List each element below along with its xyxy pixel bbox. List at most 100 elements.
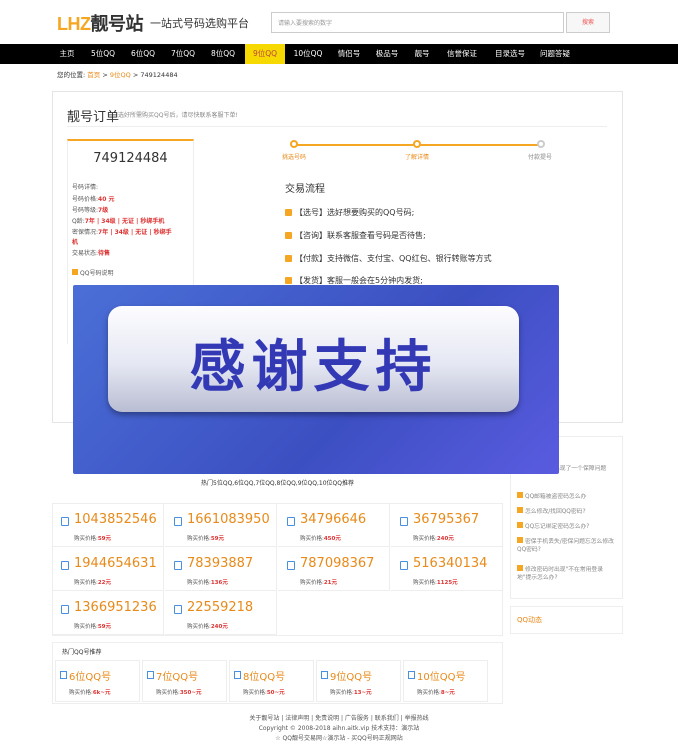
sidebar-qq-news-title: QQ动态 <box>517 616 543 624</box>
price-value: 22元 <box>97 580 112 586</box>
qq-icon <box>400 517 408 526</box>
nav-item-couple[interactable]: 情侣号 <box>331 44 367 64</box>
nav-item-8[interactable]: 8位QQ <box>204 44 242 64</box>
recommend-cell[interactable]: 1661083950 购买价格:59元 <box>165 503 277 547</box>
price-label: 号码价格: <box>72 196 99 203</box>
nav-item-10[interactable]: 10位QQ <box>287 44 329 64</box>
breadcrumb-home[interactable]: 首页 <box>87 71 100 79</box>
nav-item-7[interactable]: 7位QQ <box>164 44 202 64</box>
status-label: 交易状态: <box>72 250 99 257</box>
nav-item-6[interactable]: 6位QQ <box>124 44 162 64</box>
qq-icon <box>174 517 182 526</box>
breadcrumb-sep: > <box>102 71 108 79</box>
hot-qq-name[interactable]: 8位QQ号 <box>243 668 285 683</box>
price-label: 购买价格: <box>300 580 324 586</box>
hot-qq-name[interactable]: 9位QQ号 <box>330 668 372 683</box>
sidebar-faq-item[interactable]: QQ邮箱被盗密码怎么办 <box>517 492 617 501</box>
hot-qq-cell[interactable]: 6位QQ号 购买价格:6k~元 <box>55 660 140 702</box>
recommend-number[interactable]: 516340134 <box>413 556 487 571</box>
credit-value-2: 机 <box>72 239 79 246</box>
sidebar-faq-item[interactable]: 修改密码时出现"不在常用登录地"提示怎么办? <box>517 565 617 582</box>
flow-title: 交易流程 <box>285 184 325 195</box>
recommend-number[interactable]: 78393887 <box>187 556 253 571</box>
qq-icon <box>61 561 69 570</box>
qq-icon <box>61 605 69 614</box>
credit-line-2: 机 <box>72 237 78 246</box>
recommend-cell[interactable]: 1944654631 购买价格:22元 <box>52 547 164 591</box>
check-icon <box>285 209 292 216</box>
sidebar-faq-item[interactable]: QQ忘记绑定密码怎么办? <box>517 522 617 531</box>
price-value: 240元 <box>210 624 228 630</box>
nav-item-vanity[interactable]: 靓号 <box>407 44 437 64</box>
nav-item-faq[interactable]: 问题答疑 <box>535 44 575 64</box>
price-label: 购买价格: <box>413 536 437 542</box>
price-label: 购买价格: <box>74 580 98 586</box>
recommend-cell[interactable]: 34796646 购买价格:450元 <box>278 503 390 547</box>
bullet-icon <box>517 492 523 498</box>
sidebar-faq-text: 修改密码时出现"不在常用登录地"提示怎么办? <box>517 567 604 581</box>
hot-qq-cell[interactable]: 9位QQ号 购买价格:13~元 <box>316 660 401 702</box>
recommend-number[interactable]: 1661083950 <box>187 512 270 527</box>
hot-qq-cell[interactable]: 8位QQ号 购买价格:50~元 <box>229 660 314 702</box>
flow-item-text: 【咨询】联系客服查看号码是否待售; <box>295 231 426 240</box>
search-button[interactable]: 搜索 <box>566 12 610 33</box>
recommend-cell[interactable]: 787098367 购买价格:21元 <box>278 547 390 591</box>
search-input[interactable]: 请输入要搜索的数字 <box>271 12 564 33</box>
recommend-cell[interactable]: 36795367 购买价格:240元 <box>391 503 503 547</box>
hot-qq-cell[interactable]: 7位QQ号 购买价格:350~元 <box>142 660 227 702</box>
order-number: 749124484 <box>93 151 168 166</box>
flow-item: 【付款】支持微信、支付宝、QQ红包、银行转账等方式 <box>285 253 492 264</box>
recommend-number[interactable]: 22559218 <box>187 600 253 615</box>
recommend-number[interactable]: 787098367 <box>300 556 374 571</box>
recommend-cell[interactable]: 516340134 购买价格:1125元 <box>391 547 503 591</box>
price-label: 购买价格: <box>243 690 267 696</box>
bullet-icon <box>517 565 523 571</box>
recommend-cell[interactable]: 1366951236 购买价格:59元 <box>52 591 164 635</box>
recommend-number[interactable]: 36795367 <box>413 512 479 527</box>
site-slogan: 一站式号码选购平台 <box>150 17 249 30</box>
hot-qq-name[interactable]: 7位QQ号 <box>156 668 198 683</box>
recommend-cell[interactable]: 78393887 购买价格:136元 <box>165 547 277 591</box>
flow-item: 【选号】选好想要购买的QQ号码; <box>285 207 414 218</box>
hot-qq-name[interactable]: 6位QQ号 <box>69 668 111 683</box>
price-label: 购买价格: <box>156 690 180 696</box>
breadcrumb: 您的位置: 首页 > 9位QQ > 749124484 <box>57 69 178 79</box>
recommend-number[interactable]: 1366951236 <box>74 600 157 615</box>
logo-en: LHZ <box>57 14 91 34</box>
recommend-number[interactable]: 1944654631 <box>74 556 157 571</box>
nav-item-home[interactable]: 主页 <box>52 44 82 64</box>
hot-qq-cell[interactable]: 10位QQ号 购买价格:8~元 <box>403 660 488 702</box>
hot-qq-name[interactable]: 10位QQ号 <box>417 668 465 683</box>
nav-item-credit[interactable]: 信誉保证 <box>439 44 485 64</box>
footer-links[interactable]: 关于靓号站 | 法律声明 | 免责说明 | 广告服务 | 联系我们 | 举报热线 <box>0 713 678 722</box>
price-label: 购买价格: <box>74 624 98 630</box>
level-label: 号码等级: <box>72 207 99 214</box>
check-icon <box>285 232 292 239</box>
recommend-price: 购买价格:1125元 <box>413 578 458 586</box>
bullet-icon <box>517 522 523 528</box>
sidebar-faq-item[interactable]: 怎么修改/找回QQ密码? <box>517 507 617 516</box>
price-label: 购买价格: <box>330 690 354 696</box>
recommend-cell[interactable]: 1043852546 购买价格:59元 <box>52 503 164 547</box>
credit-line: 密保情况:7年 | 34级 | 无证 | 秒绑手 <box>72 227 172 236</box>
site-logo[interactable]: LHZ靓号站 <box>57 10 143 36</box>
nav-item-5[interactable]: 5位QQ <box>84 44 122 64</box>
sidebar-faq-item[interactable]: 密保手机丢失/密保问题忘怎么修改QQ密码? <box>517 537 617 554</box>
recommend-price: 购买价格:59元 <box>187 534 224 542</box>
recommend-number[interactable]: 1043852546 <box>74 512 157 527</box>
price-label: 购买价格: <box>413 580 437 586</box>
recommend-title: 热门5位QQ,6位QQ,7位QQ,8位QQ,9位QQ,10位QQ推荐 <box>201 480 354 487</box>
nav-item-premium[interactable]: 极品号 <box>369 44 405 64</box>
main-nav: 主页 5位QQ 6位QQ 7位QQ 8位QQ 9位QQ 10位QQ 情侣号 极品… <box>0 44 678 64</box>
breadcrumb-sep: > <box>132 71 139 79</box>
checkbox-icon[interactable] <box>72 269 78 275</box>
recommend-cell[interactable]: 22559218 购买价格:240元 <box>165 591 277 635</box>
recommend-number[interactable]: 34796646 <box>300 512 366 527</box>
step-label-2: 了解详情 <box>405 154 430 161</box>
nav-item-catalog[interactable]: 目录选号 <box>487 44 533 64</box>
breadcrumb-category[interactable]: 9位QQ <box>110 71 131 79</box>
step-dot-2 <box>413 140 421 148</box>
nav-item-9[interactable]: 9位QQ <box>245 44 285 64</box>
qq-icon <box>174 605 182 614</box>
price-label: 购买价格: <box>187 580 211 586</box>
